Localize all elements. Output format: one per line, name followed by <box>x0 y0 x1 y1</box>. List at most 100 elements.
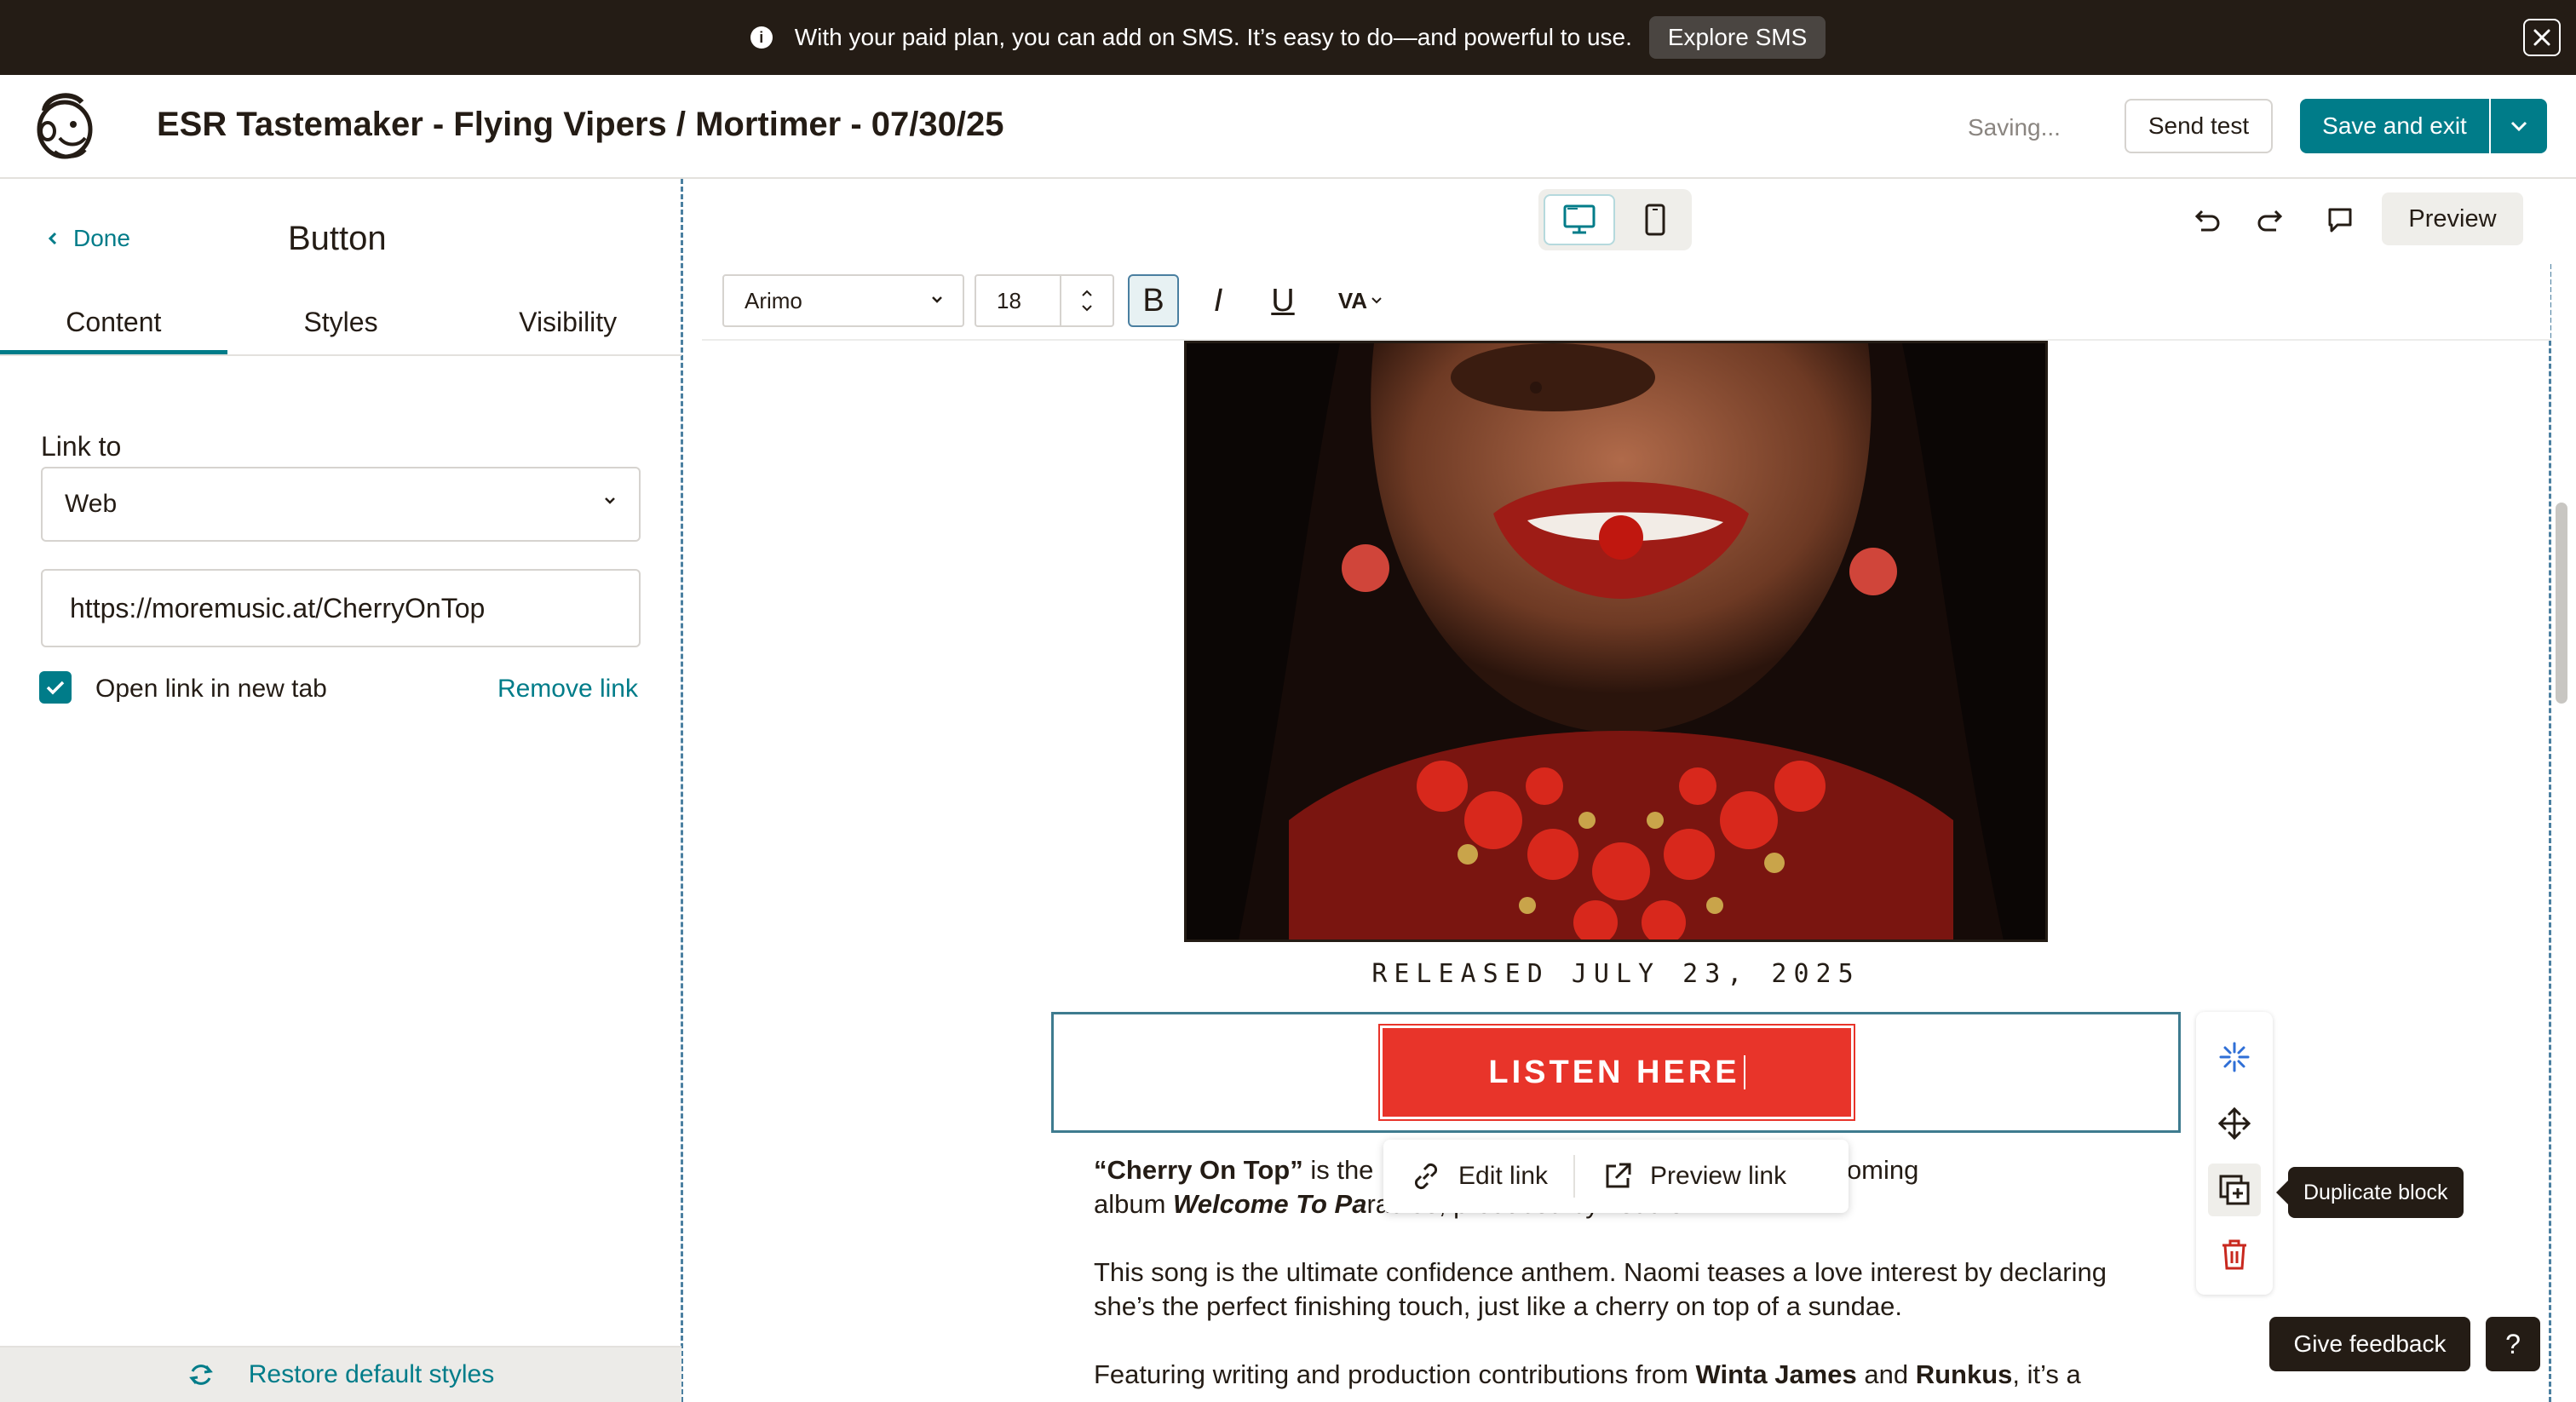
help-button[interactable]: ? <box>2486 1317 2540 1371</box>
done-label: Done <box>73 225 130 251</box>
save-options-dropdown-button[interactable] <box>2491 99 2547 153</box>
text-cursor <box>1743 1055 1745 1089</box>
device-toggle <box>1538 189 1692 250</box>
font-size-stepper[interactable]: 18 <box>975 274 1114 327</box>
redo-icon <box>2257 210 2283 232</box>
chevron-down-icon <box>2510 121 2527 132</box>
edit-link-button[interactable]: Edit link <box>1383 1159 1573 1193</box>
mailchimp-logo-icon <box>37 93 93 159</box>
link-type-select[interactable]: Web <box>41 467 641 542</box>
listen-here-label: LISTEN HERE <box>1488 1054 1740 1090</box>
letter-spacing-button[interactable]: VA <box>1331 274 1390 327</box>
chevron-down-icon <box>1371 297 1382 304</box>
italic-button[interactable]: I <box>1193 274 1244 327</box>
text-format-toolbar: Arimo 18 B I U VA <box>702 264 2550 341</box>
redo-button[interactable] <box>2249 198 2295 242</box>
canvas-scrollbar[interactable] <box>2556 503 2567 704</box>
editor-header: ESR Tastemaker - Flying Vipers / Mortime… <box>0 75 2576 179</box>
block-settings-panel: Done Button Content Styles Visibility Li… <box>0 179 683 1402</box>
release-date-text[interactable]: RELEASED JULY 23, 2025 <box>1227 959 2005 989</box>
font-family-select[interactable]: Arimo <box>722 274 964 327</box>
block-tools <box>2196 1012 2273 1295</box>
chevron-left-icon <box>48 232 57 245</box>
restore-default-styles-button[interactable]: Restore default styles <box>0 1346 681 1402</box>
description-paragraph[interactable]: This song is the ultimate confidence ant… <box>1094 1255 2159 1324</box>
remove-link-button[interactable]: Remove link <box>497 675 638 704</box>
link-icon <box>1414 1163 1438 1190</box>
chevron-up-icon[interactable] <box>1081 289 1093 297</box>
song-title-bold: “Cherry On Top” <box>1094 1155 1303 1185</box>
tab-visibility[interactable]: Visibility <box>454 298 681 354</box>
font-family-value: Arimo <box>745 287 802 313</box>
move-icon <box>2217 1106 2251 1141</box>
credits-paragraph[interactable]: Featuring writing and production contrib… <box>1094 1358 2159 1392</box>
font-size-value: 18 <box>997 287 1021 313</box>
comments-button[interactable] <box>2317 198 2363 242</box>
album-title: Welcome To Pa <box>1173 1189 1367 1219</box>
canvas-boundary <box>2549 264 2551 1402</box>
tab-content[interactable]: Content <box>0 298 227 354</box>
duplicate-block-button[interactable] <box>2208 1164 2261 1216</box>
duplicate-block-tooltip: Duplicate block <box>2276 1167 2464 1218</box>
preview-link-button[interactable]: Preview link <box>1575 1159 1812 1193</box>
tab-styles[interactable]: Styles <box>227 298 455 354</box>
link-popover: Edit link Preview link <box>1383 1140 1849 1213</box>
explore-sms-button[interactable]: Explore SMS <box>1648 16 1826 59</box>
link-to-label: Link to <box>41 431 122 462</box>
refresh-icon <box>188 1365 213 1385</box>
credits-text-3: , it’s a <box>2012 1359 2081 1389</box>
underline-button[interactable]: U <box>1257 274 1308 327</box>
external-link-icon <box>1606 1163 1631 1188</box>
save-and-exit-button[interactable]: Save and exit <box>2300 99 2489 153</box>
done-button[interactable]: Done <box>48 225 130 252</box>
open-new-tab-checkbox[interactable] <box>39 671 72 704</box>
banner-message: With your paid plan, you can add on SMS.… <box>794 24 1632 50</box>
info-icon: i <box>750 26 773 49</box>
listen-here-button[interactable]: LISTEN HERE <box>1378 1024 1855 1121</box>
credit-name-1: Winta James <box>1695 1359 1857 1389</box>
album-art-illustration <box>1187 343 2045 939</box>
edit-link-label: Edit link <box>1458 1162 1549 1190</box>
sparkle-icon <box>2219 1042 2250 1072</box>
ai-assist-button[interactable] <box>2208 1031 2261 1083</box>
mobile-view-button[interactable] <box>1624 194 1687 245</box>
delete-block-button[interactable] <box>2208 1228 2261 1281</box>
trash-icon <box>2222 1239 2246 1270</box>
credit-name-2: Runkus <box>1915 1359 2013 1389</box>
letter-spacing-label: VA <box>1337 287 1368 313</box>
give-feedback-button[interactable]: Give feedback <box>2269 1317 2470 1371</box>
url-input[interactable] <box>41 569 641 647</box>
send-test-button[interactable]: Send test <box>2125 99 2273 153</box>
bold-button[interactable]: B <box>1128 274 1179 327</box>
sms-upsell-banner: i With your paid plan, you can add on SM… <box>0 0 2576 75</box>
credits-text-2: and <box>1856 1359 1916 1389</box>
panel-title: Button <box>288 220 387 257</box>
open-new-tab-label: Open link in new tab <box>95 675 327 703</box>
close-banner-button[interactable] <box>2523 19 2561 56</box>
checkmark-icon <box>46 681 65 695</box>
chevron-down-icon <box>605 497 615 504</box>
intro-text-1: is the <box>1302 1155 1374 1185</box>
intro-text-3: album <box>1094 1189 1174 1219</box>
duplicate-icon <box>2219 1175 2250 1205</box>
mobile-icon <box>1645 204 1665 236</box>
save-status: Saving... <box>1968 114 2061 141</box>
chevron-down-icon[interactable] <box>1081 304 1093 313</box>
font-size-step-buttons[interactable] <box>1060 276 1113 325</box>
comment-icon <box>2328 208 2352 233</box>
preview-link-label: Preview link <box>1650 1162 1787 1190</box>
link-type-value: Web <box>65 490 118 518</box>
close-icon <box>2533 29 2550 46</box>
credits-text-1: Featuring writing and production contrib… <box>1094 1359 1696 1389</box>
desktop-icon <box>1563 204 1596 234</box>
move-block-button[interactable] <box>2208 1097 2261 1150</box>
chevron-down-icon <box>932 296 942 303</box>
preview-button[interactable]: Preview <box>2382 192 2523 245</box>
undo-button[interactable] <box>2182 198 2228 242</box>
desktop-view-button[interactable] <box>1544 194 1615 245</box>
undo-icon <box>2194 210 2220 232</box>
campaign-title[interactable]: ESR Tastemaker - Flying Vipers / Mortime… <box>157 106 1003 144</box>
restore-label: Restore default styles <box>248 1360 495 1388</box>
album-art-image[interactable] <box>1184 341 2048 942</box>
panel-tabs: Content Styles Visibility <box>0 298 681 356</box>
